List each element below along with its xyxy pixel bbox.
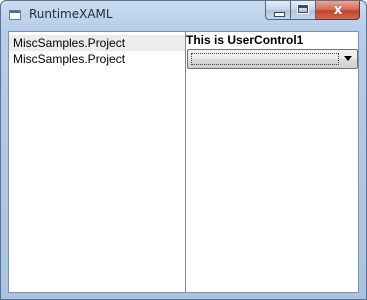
window-app-icon[interactable] bbox=[9, 10, 21, 20]
user-control-title: This is UserControl1 bbox=[186, 33, 304, 47]
window-title: RuntimeXAML bbox=[29, 7, 113, 21]
chevron-down-icon[interactable] bbox=[344, 56, 352, 61]
combo-selected-value bbox=[191, 53, 339, 65]
minimize-button[interactable] bbox=[265, 1, 291, 20]
close-button[interactable]: x bbox=[316, 1, 360, 20]
caption-buttons: x bbox=[265, 1, 360, 20]
project-listbox[interactable]: MiscSamples.Project MiscSamples.Project bbox=[9, 32, 186, 292]
title-bar[interactable]: RuntimeXAML x bbox=[1, 1, 366, 31]
user-control-panel: This is UserControl1 bbox=[186, 32, 358, 292]
minimize-icon bbox=[274, 12, 285, 17]
main-window: RuntimeXAML x MiscSamples.Project MiscSa… bbox=[0, 0, 367, 300]
list-item-1[interactable]: MiscSamples.Project bbox=[9, 51, 185, 67]
combo-box[interactable] bbox=[187, 49, 358, 69]
listbox-items: MiscSamples.Project MiscSamples.Project bbox=[9, 35, 185, 67]
maximize-icon bbox=[297, 4, 309, 14]
client-area: MiscSamples.Project MiscSamples.Project … bbox=[8, 31, 359, 293]
close-icon: x bbox=[333, 2, 343, 18]
list-item-0[interactable]: MiscSamples.Project bbox=[9, 35, 185, 51]
maximize-button[interactable] bbox=[291, 1, 316, 20]
